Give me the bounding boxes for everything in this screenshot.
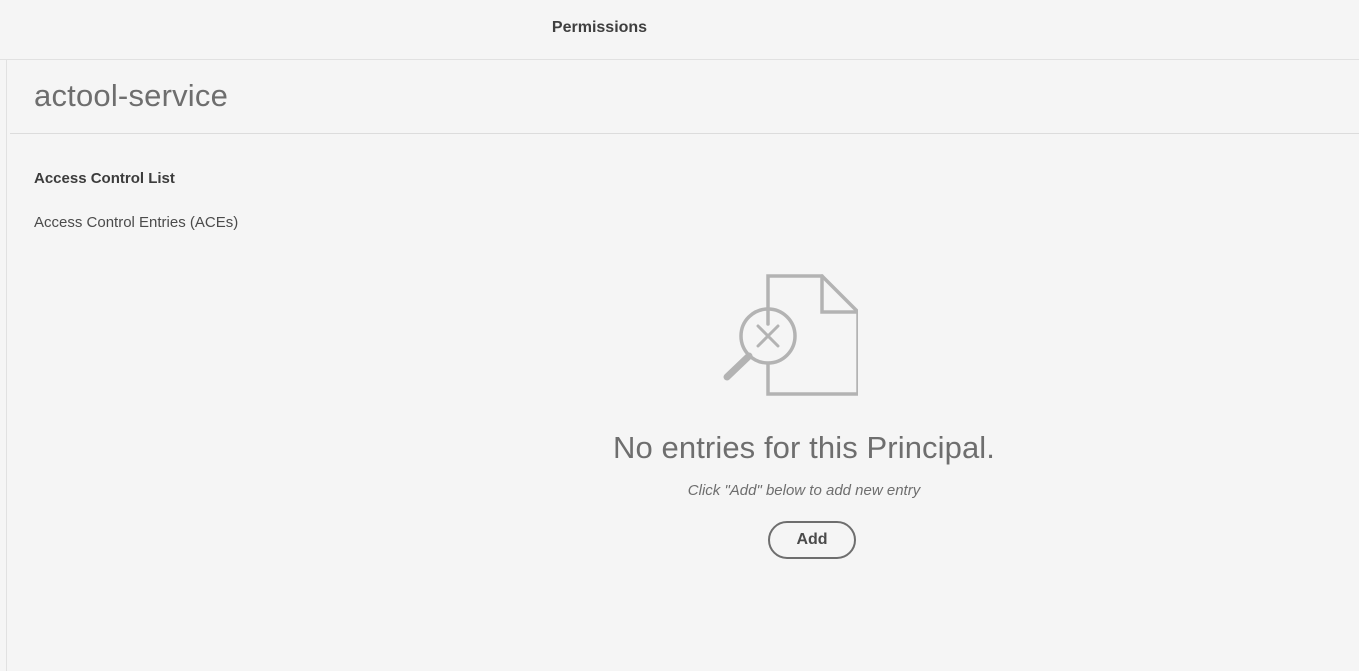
add-button[interactable]: Add <box>768 521 856 559</box>
document-search-x-icon <box>723 274 858 396</box>
principal-name: actool-service <box>34 78 229 113</box>
top-bar: Permissions <box>0 0 1359 60</box>
empty-hint: Click "Add" below to add new entry <box>687 482 921 499</box>
ace-subheading: Access Control Entries (ACEs) <box>34 214 239 231</box>
left-divider <box>6 60 7 671</box>
empty-state: No entries for this Principal. Click "Ad… <box>604 274 1004 574</box>
empty-message: No entries for this Principal. <box>612 430 996 465</box>
main-content: actool-service Access Control List Acces… <box>10 60 1359 671</box>
acl-heading: Access Control List <box>34 170 175 187</box>
page-title: Permissions <box>551 19 648 36</box>
header-divider <box>10 133 1359 134</box>
